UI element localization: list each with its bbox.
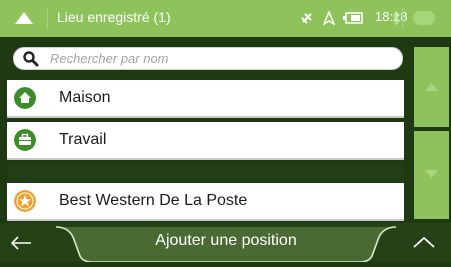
search-bar[interactable] (13, 47, 403, 70)
list-item-label: Maison (59, 89, 111, 106)
satellite-icon (301, 13, 312, 24)
bluetooth-icon (392, 11, 400, 25)
scroll-down-button[interactable] (414, 131, 449, 219)
up-arrow-icon[interactable] (14, 10, 34, 26)
list-item-best-western[interactable]: Best Western De La Poste (7, 183, 404, 221)
back-arrow-icon (10, 236, 31, 250)
scroll-up-button[interactable] (414, 47, 449, 127)
more-button[interactable] (398, 223, 451, 262)
divider (47, 8, 48, 29)
add-position-button[interactable]: Ajouter une position (54, 225, 398, 262)
battery-icon (343, 12, 363, 24)
star-icon (14, 190, 36, 212)
section-separator (7, 162, 404, 184)
list-item-label: Travail (59, 131, 107, 148)
page-title: Lieu enregistré (1) (57, 9, 171, 25)
caret-down-icon (425, 170, 438, 178)
message-icon[interactable] (413, 11, 435, 25)
add-position-label: Ajouter une position (155, 232, 297, 249)
title-bar: Lieu enregistré (1) 18:18 (0, 0, 451, 37)
briefcase-icon (14, 129, 36, 151)
back-button[interactable] (0, 223, 60, 262)
list-item-maison[interactable]: Maison (7, 80, 404, 118)
search-input[interactable] (50, 49, 390, 67)
divider (402, 8, 403, 29)
list-item-travail[interactable]: Travail (7, 122, 404, 160)
list-item-label: Best Western De La Poste (59, 192, 248, 209)
search-icon (23, 51, 39, 67)
chevron-up-icon (413, 236, 435, 248)
caret-up-icon (425, 83, 438, 91)
home-icon (14, 87, 36, 109)
compass-icon (322, 11, 336, 25)
